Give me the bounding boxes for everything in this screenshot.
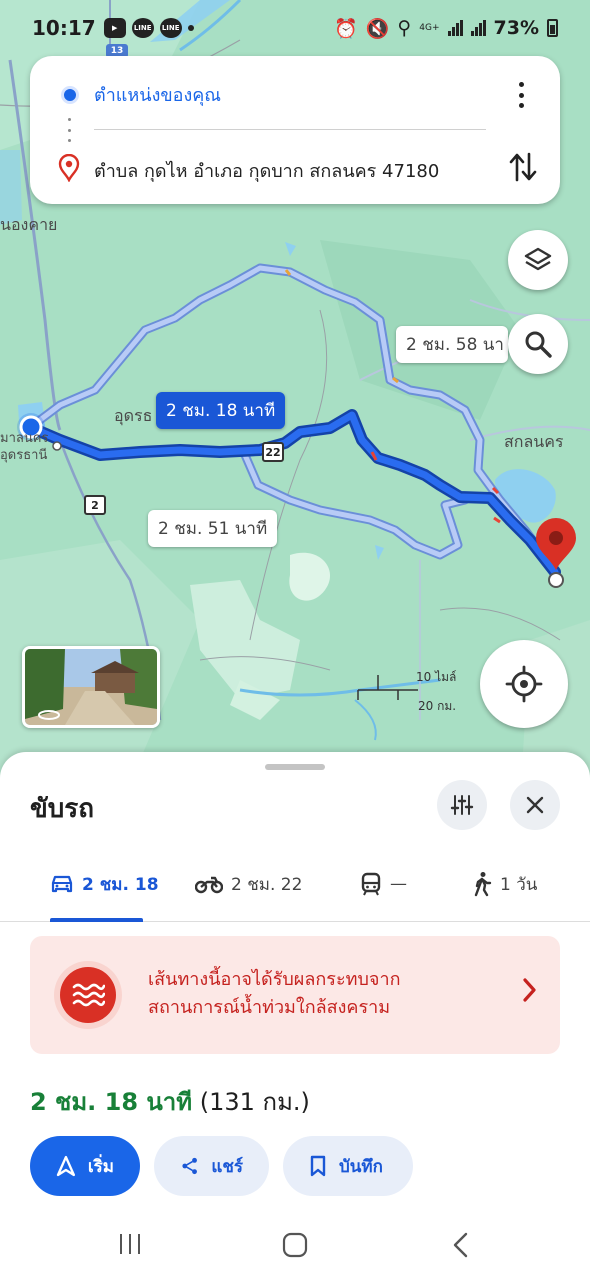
signal-icon [447,20,463,36]
layers-icon [524,247,552,271]
field-divider [94,129,486,130]
search-along-route-button[interactable] [508,314,568,374]
battery-percent: 73% [493,17,539,39]
back-icon[interactable] [452,1232,470,1258]
flood-waves-icon [72,983,105,1007]
tab-motorcycle[interactable]: 2 ชม. 22 [195,868,302,900]
bookmark-icon [310,1155,326,1177]
route-label-alt-south[interactable]: 2 ชม. 51 นาที [148,510,278,547]
walk-icon [474,872,492,897]
route-duration: 2 ชม. 18 นาที [30,1088,193,1116]
map-label-udon: อุดรธ [114,406,153,425]
route-label-alt-north[interactable]: 2 ชม. 58 นา [396,326,508,363]
street-view-thumbnail[interactable] [22,646,160,728]
flood-warning-card[interactable]: เส้นทางนี้อาจได้รับผลกระทบจาก สถานการณ์น… [30,936,560,1054]
map-label-sakon: สกลนคร [504,432,564,451]
search-icon [525,331,552,358]
tab-transit-label: — [390,874,407,894]
close-icon [526,796,544,814]
mute-icon: 🔇 [365,17,390,40]
navigation-arrow-icon [56,1155,76,1177]
close-button[interactable] [510,780,560,830]
route-label-primary[interactable]: 2 ชม. 18 นาที [156,392,286,429]
tab-driving-label: 2 ชม. 18 [82,874,159,895]
home-icon[interactable] [282,1232,308,1258]
motorcycle-icon [195,876,223,894]
share-button-label: แชร์ [211,1156,243,1177]
car-icon [51,875,73,893]
route-label-alt-south-text: 2 ชม. 51 นาที [158,519,268,539]
start-button[interactable]: เริ่ม [30,1136,140,1196]
route-options-button[interactable] [437,780,487,830]
destination-field[interactable]: ตำบล กุดไห อำเภอ กุดบาก สกลนคร 47180 [94,156,439,185]
line-app-icon-2: LINE [159,18,182,38]
recent-apps-icon[interactable] [118,1232,142,1256]
tab-walking[interactable]: 1 วัน [472,868,537,900]
save-button-label: บันทึก [339,1156,383,1177]
scale-miles: 10 ไมล์ [416,670,457,684]
my-location-button[interactable] [480,640,568,728]
scale-km: 20 กม. [418,699,457,713]
network-type: 4G+ [419,22,440,33]
active-tab-indicator [50,918,143,922]
directions-sheet: ขับรถ 2 ชม. 18 2 ชม. 22 — 1 วัน เส้นทางน… [0,752,590,1280]
flood-warning-line2: สถานการณ์น้ำท่วมใกล้สงคราม [148,997,391,1018]
location-icon: ⚲ [397,17,412,39]
tab-driving[interactable]: 2 ชม. 18 [50,868,159,900]
train-icon [361,872,381,896]
origin-field[interactable]: ตำแหน่งของคุณ [94,80,221,109]
tab-motorcycle-label: 2 ชม. 22 [231,874,303,895]
chevron-right-icon [523,978,536,1002]
route-summary: 2 ชม. 18 นาที (131 กม.) [30,1082,310,1121]
share-icon [182,1157,197,1175]
map-label-nong-khai: นองคาย [0,215,58,234]
share-button[interactable]: แชร์ [154,1136,269,1196]
notification-icons: ▶ LINE LINE [103,18,194,38]
travel-mode-tabs: 2 ชม. 18 2 ชม. 22 — 1 วัน [0,856,590,922]
tv-app-icon: ▶ [103,18,126,38]
route-label-primary-text: 2 ชม. 18 นาที [166,401,276,421]
more-notifications-icon [187,25,194,31]
route-dots-icon [68,118,72,142]
alarm-icon: ⏰ [334,17,358,40]
signal-icon-2 [470,20,486,36]
route-label-alt-north-text: 2 ชม. 58 นา [406,335,504,355]
route-distance: (131 กม.) [199,1088,310,1116]
map-label-udon-city-2: อุดรธานี [0,448,48,463]
flood-icon [54,961,122,1029]
tab-transit[interactable]: — [360,868,407,900]
line-app-icon: LINE [131,18,154,38]
battery-icon [547,19,558,37]
start-button-label: เริ่ม [87,1156,114,1177]
flood-warning-text: เส้นทางนี้อาจได้รับผลกระทบจาก สถานการณ์น… [148,966,488,1022]
action-buttons: เริ่ม แชร์ บันทึก [30,1136,413,1196]
crosshair-icon [505,665,543,703]
sheet-title: ขับรถ [30,794,94,824]
street-view-image [25,649,157,725]
swap-icon[interactable] [508,150,538,184]
sheet-drag-handle[interactable] [265,764,325,770]
status-bar: 10:17 ▶ LINE LINE ⏰ 🔇 ⚲ 4G+ 73% [0,0,590,56]
highway-shield-22: 22 [262,442,284,462]
more-options-icon[interactable] [510,80,532,110]
destination-pin-icon [58,154,80,182]
tune-icon [450,795,474,815]
directions-card: ตำแหน่งของคุณ ตำบล กุดไห อำเภอ กุดบาก สก… [30,56,560,204]
status-time: 10:17 [32,16,96,40]
system-nav-bar [0,1214,590,1280]
system-icons: ⏰ 🔇 ⚲ 4G+ 73% [334,17,558,40]
flood-warning-line1: เส้นทางนี้อาจได้รับผลกระทบจาก [148,969,401,990]
highway-shield-2: 2 [84,495,106,515]
layers-button[interactable] [508,230,568,290]
origin-dot-icon [61,86,79,104]
save-button[interactable]: บันทึก [283,1136,413,1196]
tab-walking-label: 1 วัน [500,874,538,895]
